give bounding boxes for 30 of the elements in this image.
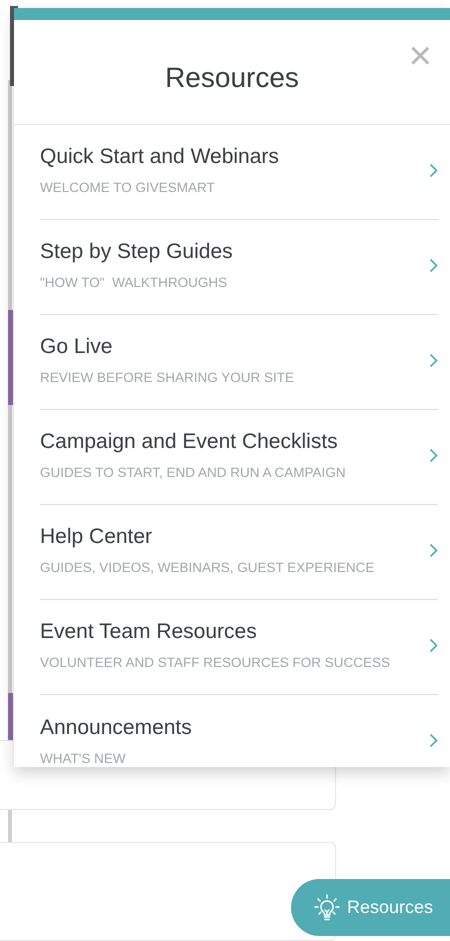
item-subtitle: WELCOME TO GIVESMART	[40, 179, 216, 197]
chevron-right-icon	[429, 352, 438, 368]
resource-item[interactable]: Quick Start and Webinars WELCOME TO GIVESMART	[40, 125, 438, 220]
panel-title: Resources	[165, 61, 299, 95]
item-subtitle: REVIEW BEFORE SHARING YOUR SITE	[40, 369, 294, 387]
item-subtitle: GUIDES, VIDEOS, WEBINARS, GUEST EXPERIENCE	[40, 559, 374, 577]
item-subtitle: WHAT'S NEW	[40, 750, 127, 767]
item-title: Step by Step Guides	[40, 239, 233, 265]
chevron-right-icon	[429, 638, 438, 652]
resource-item[interactable]: Announcements WHAT'S NEW	[40, 695, 438, 767]
chevron-right-icon	[429, 733, 438, 748]
resource-item[interactable]: Step by Step Guides "HOW TO" WALKTHROUGHS	[40, 220, 438, 315]
resource-item[interactable]: Help Center GUIDES, VIDEOS, WEBINARS, GUEST EXPERIENCE	[40, 505, 438, 600]
chevron-right-icon	[429, 258, 438, 272]
item-subtitle: "HOW TO" WALKTHROUGHS	[40, 274, 228, 292]
item-subtitle: GUIDES TO START, END AND RUN A CAMPAIGN	[40, 464, 346, 482]
resource-item[interactable]: Campaign and Event Checklists GUIDES TO START, END AND RUN A CAMPAIGN	[40, 410, 438, 505]
chevron-right-icon	[429, 542, 438, 558]
item-title: Announcements	[40, 714, 192, 740]
item-subtitle: VOLUNTEER AND STAFF RESOURCES FOR SUCCESS	[40, 654, 390, 672]
item-title: Campaign and Event Checklists	[40, 429, 339, 455]
resource-item[interactable]: Event Team Resources VOLUNTEER AND STAFF RESOURCES FOR SUCCESS	[40, 600, 438, 695]
chevron-right-icon	[429, 162, 438, 178]
resource-item[interactable]: Go Live REVIEW BEFORE SHARING YOUR SITE	[40, 315, 438, 410]
item-title: Go Live	[40, 334, 114, 360]
lightbulb-icon	[313, 892, 341, 922]
item-title: Quick Start and Webinars	[40, 144, 279, 170]
item-title: Event Team Resources	[40, 619, 258, 645]
chevron-right-icon	[429, 448, 438, 462]
item-title: Help Center	[40, 524, 154, 550]
